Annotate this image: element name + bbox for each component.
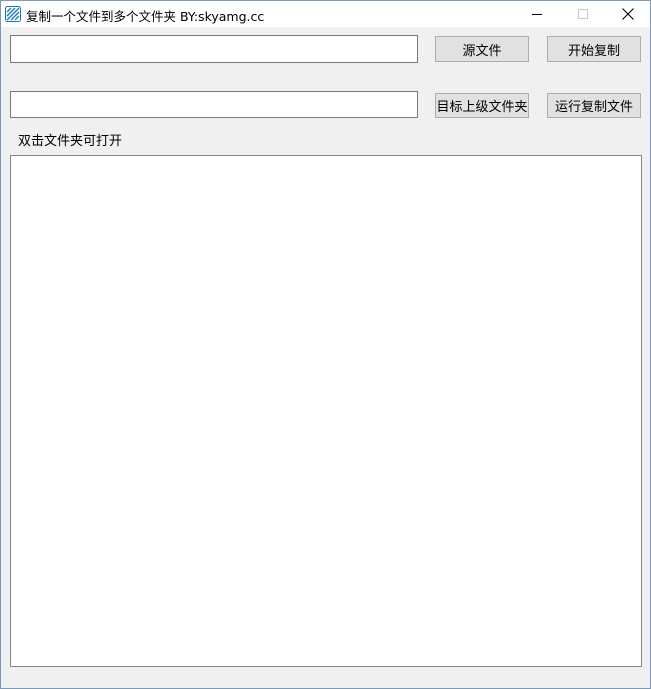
close-button[interactable]	[605, 1, 651, 27]
open-folder-hint-label: 双击文件夹可打开	[18, 134, 123, 149]
run-copy-file-button[interactable]: 运行复制文件	[547, 93, 641, 118]
target-parent-folder-button[interactable]: 目标上级文件夹	[435, 93, 529, 118]
title-bar[interactable]: 复制一个文件到多个文件夹 BY:skyamg.cc	[1, 1, 650, 27]
maximize-icon	[578, 9, 588, 19]
close-icon	[622, 8, 634, 20]
maximize-button[interactable]	[560, 1, 606, 27]
app-window: 复制一个文件到多个文件夹 BY:skyamg.cc 源文件 开始复制 目标上级文…	[0, 0, 651, 689]
minimize-button[interactable]	[514, 1, 560, 27]
folder-list[interactable]	[10, 155, 642, 667]
source-file-button[interactable]: 源文件	[435, 36, 529, 62]
app-icon	[5, 6, 21, 22]
source-file-path-input[interactable]	[10, 35, 418, 63]
target-folder-path-input[interactable]	[10, 91, 418, 118]
window-title: 复制一个文件到多个文件夹 BY:skyamg.cc	[26, 9, 265, 24]
minimize-icon	[532, 14, 542, 15]
start-copy-button[interactable]: 开始复制	[547, 36, 641, 62]
